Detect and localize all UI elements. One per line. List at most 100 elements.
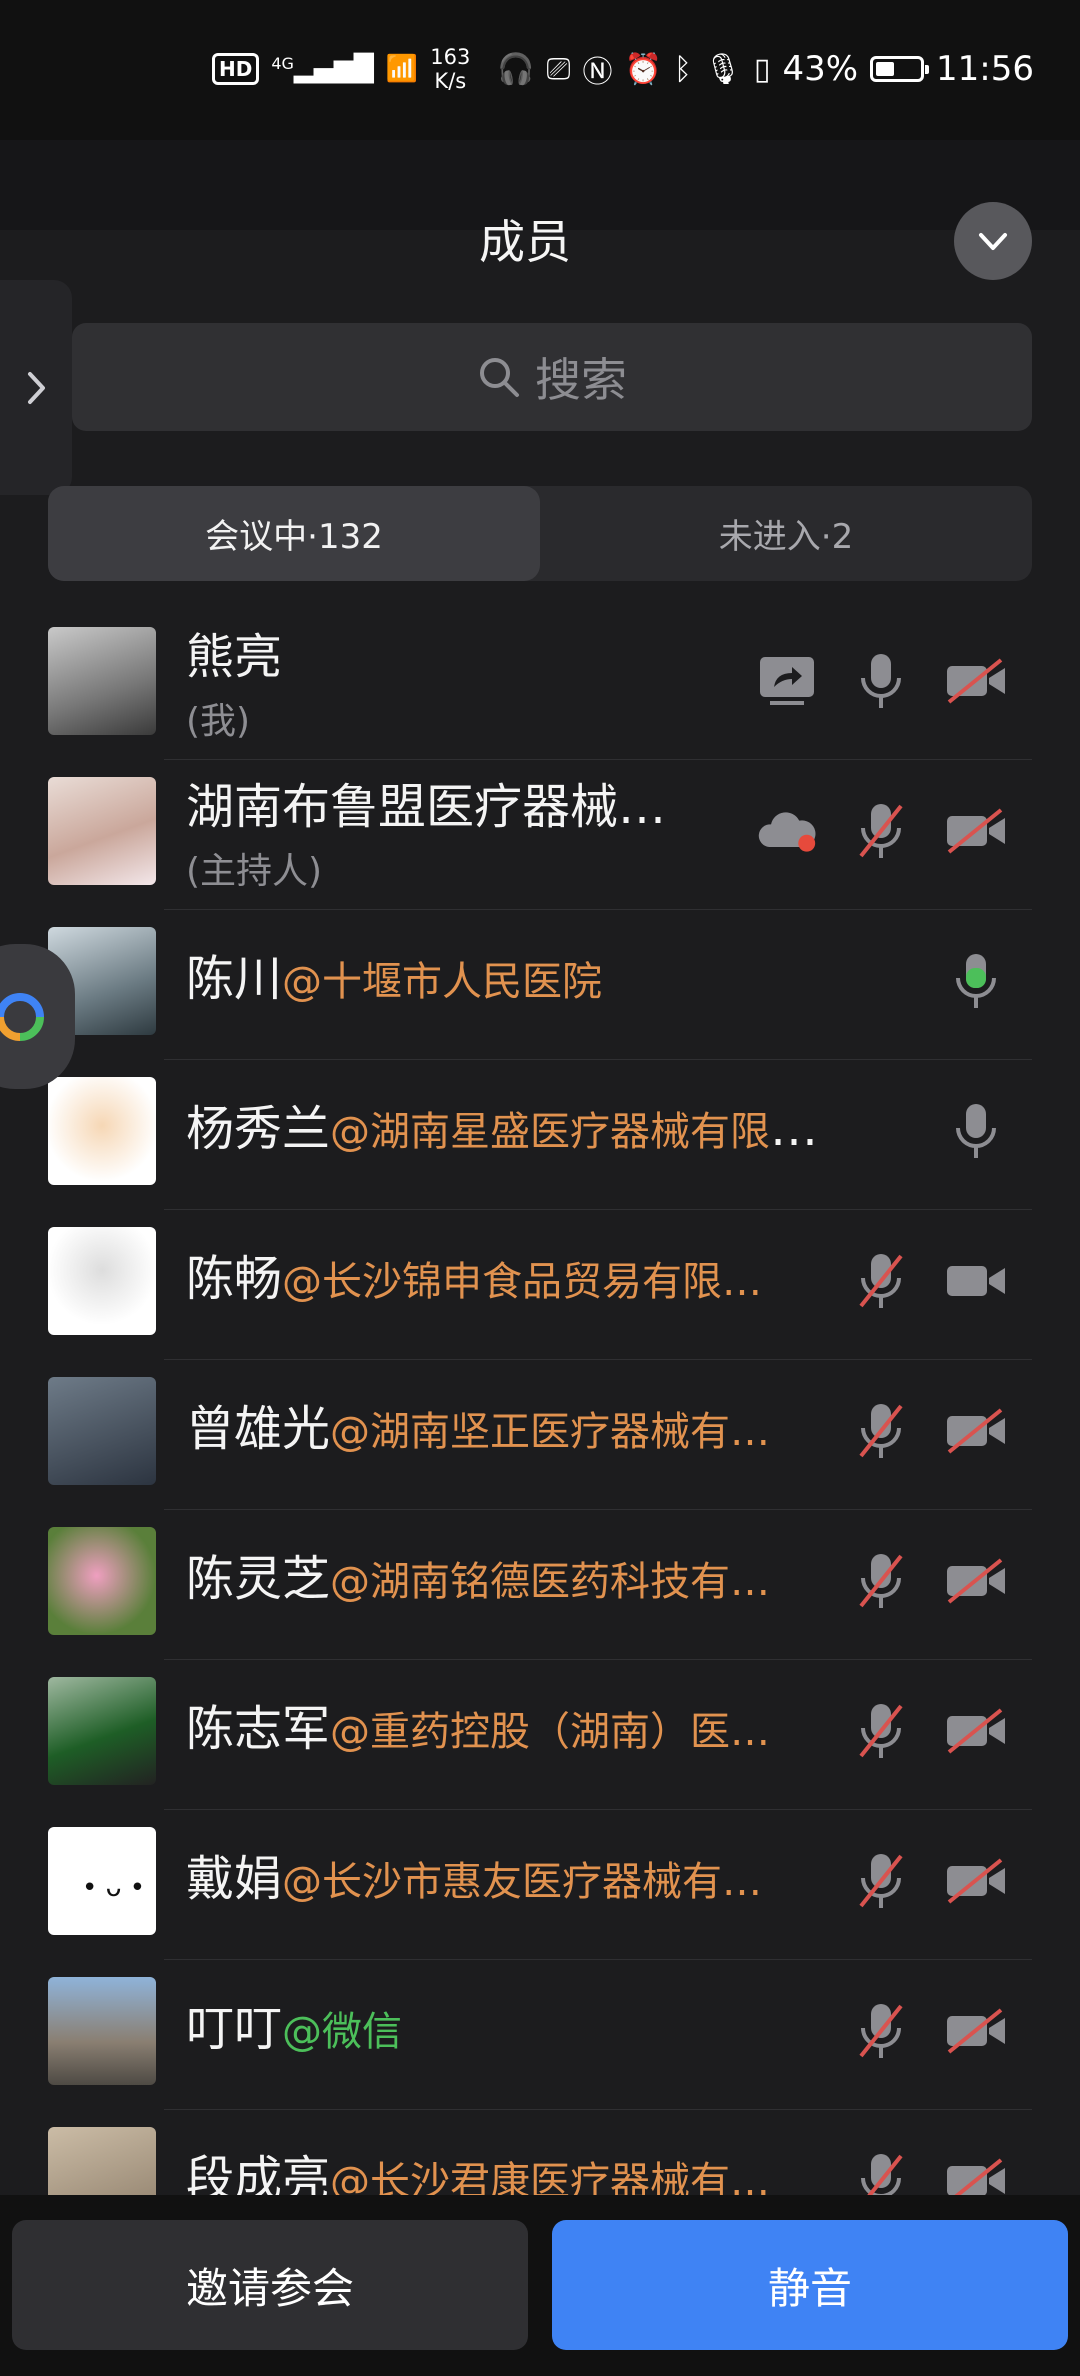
- member-organization: @微信: [282, 2009, 403, 2055]
- member-display-name: 陈畅: [186, 1251, 283, 1307]
- member-display-name: 戴娟: [186, 1851, 283, 1907]
- avatar: [48, 1527, 156, 1635]
- member-row[interactable]: 段成亮@长沙君康医疗器械有…: [0, 2110, 1080, 2195]
- invite-button[interactable]: 邀请参会: [12, 2220, 528, 2350]
- camera-off-icon[interactable]: [945, 1400, 1007, 1462]
- chevron-right-icon: [28, 371, 45, 404]
- member-row[interactable]: 熊亮 (我): [0, 610, 1080, 760]
- member-organization: @湖南星盛医疗器械有限公司: [330, 1109, 826, 1155]
- member-organization: @湖南铭德医药科技有…: [330, 1559, 771, 1605]
- member-display-name: 熊亮: [186, 629, 283, 685]
- member-display-name: 曾雄光: [186, 1401, 331, 1457]
- member-display-name: 陈志军: [186, 1701, 331, 1757]
- member-organization: @长沙锦申食品贸易有限…: [282, 1259, 763, 1305]
- member-row[interactable]: 曾雄光@湖南坚正医疗器械有…: [0, 1360, 1080, 1510]
- collapse-button[interactable]: [954, 202, 1032, 280]
- member-role: (主持人): [186, 851, 323, 892]
- cellular-signal-icon: 4G▂▄▆█: [271, 54, 374, 84]
- camera-off-icon[interactable]: [945, 1850, 1007, 1912]
- member-organization: @湖南坚正医疗器械有…: [330, 1409, 771, 1455]
- tab-in-meeting[interactable]: 会议中·132: [48, 486, 540, 581]
- vibrate-icon: ▯: [753, 51, 771, 87]
- alarm-icon: ⏰: [624, 51, 662, 87]
- member-row[interactable]: • ᴗ • 戴娟@长沙市惠友医疗器械有…: [0, 1810, 1080, 1960]
- screen-share-icon[interactable]: [756, 650, 818, 712]
- mic-icon[interactable]: [945, 1100, 1007, 1162]
- network-type: 4G: [271, 54, 294, 73]
- member-row[interactable]: 陈畅@长沙锦申食品贸易有限…: [0, 1210, 1080, 1360]
- bluetooth-icon: ᛒ: [673, 51, 692, 87]
- avatar: [48, 2127, 156, 2195]
- camera-off-icon[interactable]: [945, 2150, 1007, 2195]
- mic-muted-icon[interactable]: [850, 2150, 912, 2195]
- member-display-name: 段成亮: [186, 2151, 331, 2195]
- wifi-icon: 📶: [385, 54, 419, 84]
- clock: 11:56: [936, 49, 1034, 89]
- member-name: 熊亮: [186, 628, 826, 686]
- camera-off-icon[interactable]: [945, 1700, 1007, 1762]
- floating-app-bubble[interactable]: [0, 944, 75, 1089]
- member-display-name: 陈灵芝: [186, 1551, 331, 1607]
- network-speed: 163 K/s: [430, 45, 471, 93]
- nfc-icon: Ⓝ: [582, 55, 613, 90]
- member-row[interactable]: 陈川@十堰市人民医院: [0, 910, 1080, 1060]
- camera-icon[interactable]: [945, 1250, 1007, 1312]
- member-display-name: 湖南布鲁盟医疗器械…: [186, 779, 667, 835]
- member-row[interactable]: 杨秀兰@湖南星盛医疗器械有限公司: [0, 1060, 1080, 1210]
- member-name: 陈志军@重药控股（湖南）医…: [186, 1700, 826, 1761]
- hd-icon: HD: [212, 53, 260, 85]
- avatar: [48, 1677, 156, 1785]
- bottom-action-bar: 邀请参会 静音: [0, 2195, 1080, 2376]
- side-panel-handle[interactable]: [0, 280, 72, 495]
- cloud-recording-icon: [756, 800, 818, 862]
- avatar: • ᴗ •: [48, 1827, 156, 1935]
- camera-off-icon[interactable]: [945, 800, 1007, 862]
- chevron-down-icon: [979, 233, 1007, 250]
- mic-muted-icon[interactable]: [850, 1550, 912, 1612]
- member-row[interactable]: 叮叮@微信: [0, 1960, 1080, 2110]
- mic-muted-icon[interactable]: [850, 2000, 912, 2062]
- avatar: [48, 1227, 156, 1335]
- battery-level: [876, 62, 895, 76]
- member-name: 戴娟@长沙市惠友医疗器械有…: [186, 1850, 826, 1911]
- avatar: [48, 777, 156, 885]
- camera-off-icon[interactable]: [945, 650, 1007, 712]
- mic-muted-icon[interactable]: [850, 1250, 912, 1312]
- member-organization: @长沙君康医疗器械有…: [330, 2159, 771, 2195]
- member-row[interactable]: 陈灵芝@湖南铭德医药科技有…: [0, 1510, 1080, 1660]
- mic-muted-icon[interactable]: [850, 1400, 912, 1462]
- camera-off-icon[interactable]: [945, 2000, 1007, 2062]
- member-row[interactable]: 陈志军@重药控股（湖南）医…: [0, 1660, 1080, 1810]
- cast-icon: ⎚: [546, 51, 571, 87]
- avatar: [48, 1977, 156, 2085]
- member-name: 陈畅@长沙锦申食品贸易有限…: [186, 1250, 826, 1311]
- mic-muted-icon[interactable]: [850, 1700, 912, 1762]
- status-bar: HD 4G▂▄▆█ 📶 163 K/s 🎧 ⎚ Ⓝ ⏰ ᛒ 🎙 ▯ 43% 11:…: [0, 0, 1080, 140]
- member-name: 湖南布鲁盟医疗器械…: [186, 778, 826, 836]
- member-name: 陈川@十堰市人民医院: [186, 950, 826, 1011]
- member-name: 段成亮@长沙君康医疗器械有…: [186, 2150, 826, 2195]
- camera-off-icon[interactable]: [945, 1550, 1007, 1612]
- mic-muted-icon[interactable]: [850, 1850, 912, 1912]
- mic-icon[interactable]: [945, 950, 1007, 1012]
- headphones-icon: 🎧: [497, 51, 535, 87]
- member-display-name: 叮叮: [186, 2001, 283, 2057]
- mute-all-button[interactable]: 静音: [552, 2220, 1068, 2350]
- member-name: 杨秀兰@湖南星盛医疗器械有限公司: [186, 1100, 826, 1161]
- page-title: 成员: [479, 215, 571, 269]
- member-row[interactable]: 湖南布鲁盟医疗器械… (主持人): [0, 760, 1080, 910]
- member-name: 陈灵芝@湖南铭德医药科技有…: [186, 1550, 826, 1611]
- app-logo-icon: [0, 992, 44, 1041]
- avatar: [48, 1377, 156, 1485]
- avatar: [48, 1077, 156, 1185]
- member-list[interactable]: 熊亮 (我) 湖南布鲁盟医疗器械… (主持人) 陈川@十堰市人民医院 杨秀兰@湖南星盛医疗…: [0, 610, 1080, 2195]
- mic-muted-icon[interactable]: [850, 800, 912, 862]
- member-organization: @十堰市人民医院: [282, 959, 603, 1005]
- tab-not-joined[interactable]: 未进入·2: [540, 486, 1032, 581]
- search-input[interactable]: 搜索: [72, 323, 1032, 431]
- member-organization: @长沙市惠友医疗器械有…: [282, 1859, 763, 1905]
- mic-icon[interactable]: [850, 650, 912, 712]
- battery-icon: [870, 56, 930, 82]
- member-role: (我): [186, 701, 251, 742]
- member-display-name: 杨秀兰: [186, 1101, 331, 1157]
